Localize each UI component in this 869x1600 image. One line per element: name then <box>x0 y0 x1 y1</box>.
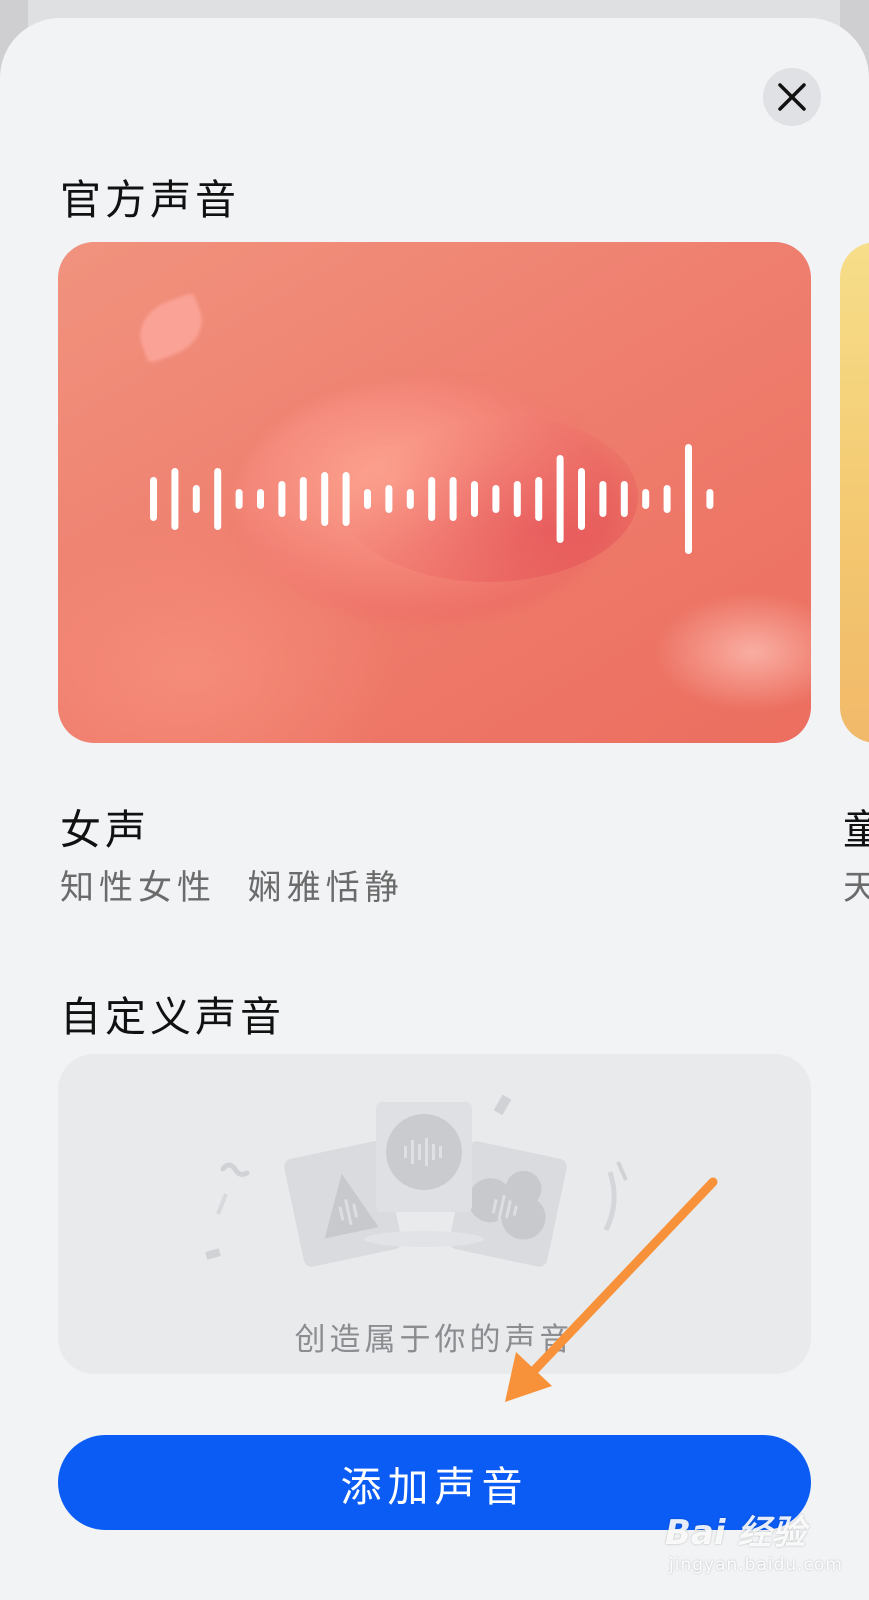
wave-bar <box>685 444 692 554</box>
wave-bar <box>599 481 607 517</box>
wave-bar <box>471 481 478 517</box>
wave-bar <box>663 485 671 513</box>
watermark-url: jingyan.baidu.com <box>669 1555 843 1575</box>
wave-bar <box>364 489 371 509</box>
wave-bar <box>428 477 436 521</box>
wave-bar <box>513 481 521 517</box>
watermark-text: Bai 经验 <box>665 1513 806 1553</box>
wave-bar <box>406 489 414 509</box>
wave-bar <box>535 477 543 521</box>
wave-bar <box>257 489 264 509</box>
wave-bar <box>299 477 307 521</box>
wave-bar <box>578 468 585 530</box>
wave-bar <box>449 477 457 521</box>
wave-bar <box>321 472 329 526</box>
close-button[interactable] <box>763 68 821 126</box>
wave-bar <box>192 485 200 513</box>
wave-bar <box>171 468 179 530</box>
wave-bar <box>150 477 157 521</box>
voice-description: 知性女性 娴雅恬静 <box>60 868 404 908</box>
voice-name-next: 童 <box>843 806 869 854</box>
official-voices-title: 官方声音 <box>60 176 240 224</box>
wave-bar <box>492 485 500 513</box>
voice-selection-sheet: 官方声音 女声 知性女性 娴雅恬静 童 天 自定义声音 创造属于你的声音 添加声… <box>0 18 869 1600</box>
custom-voices-title: 自定义声音 <box>60 993 285 1041</box>
custom-voice-empty-state: 创造属于你的声音 <box>58 1054 811 1374</box>
voice-name: 女声 <box>60 806 150 854</box>
wave-bar <box>385 485 393 513</box>
wave-bar <box>214 468 222 530</box>
voice-description-next: 天 <box>843 868 869 908</box>
sound-wave-icon <box>150 444 714 554</box>
wave-bar <box>235 489 243 509</box>
wave-bar <box>706 489 714 509</box>
wave-bar <box>342 472 350 526</box>
wave-bar <box>620 481 628 517</box>
wave-bar <box>556 455 564 543</box>
empty-state-caption: 创造属于你的声音 <box>294 1322 575 1358</box>
watermark-logo: Bai 经验 jingyan.baidu.com <box>665 1505 865 1595</box>
voice-card-child[interactable] <box>840 242 869 743</box>
wave-bar <box>278 481 286 517</box>
voice-card-female[interactable] <box>58 242 811 743</box>
wave-bar <box>642 489 650 509</box>
close-icon <box>778 83 806 111</box>
